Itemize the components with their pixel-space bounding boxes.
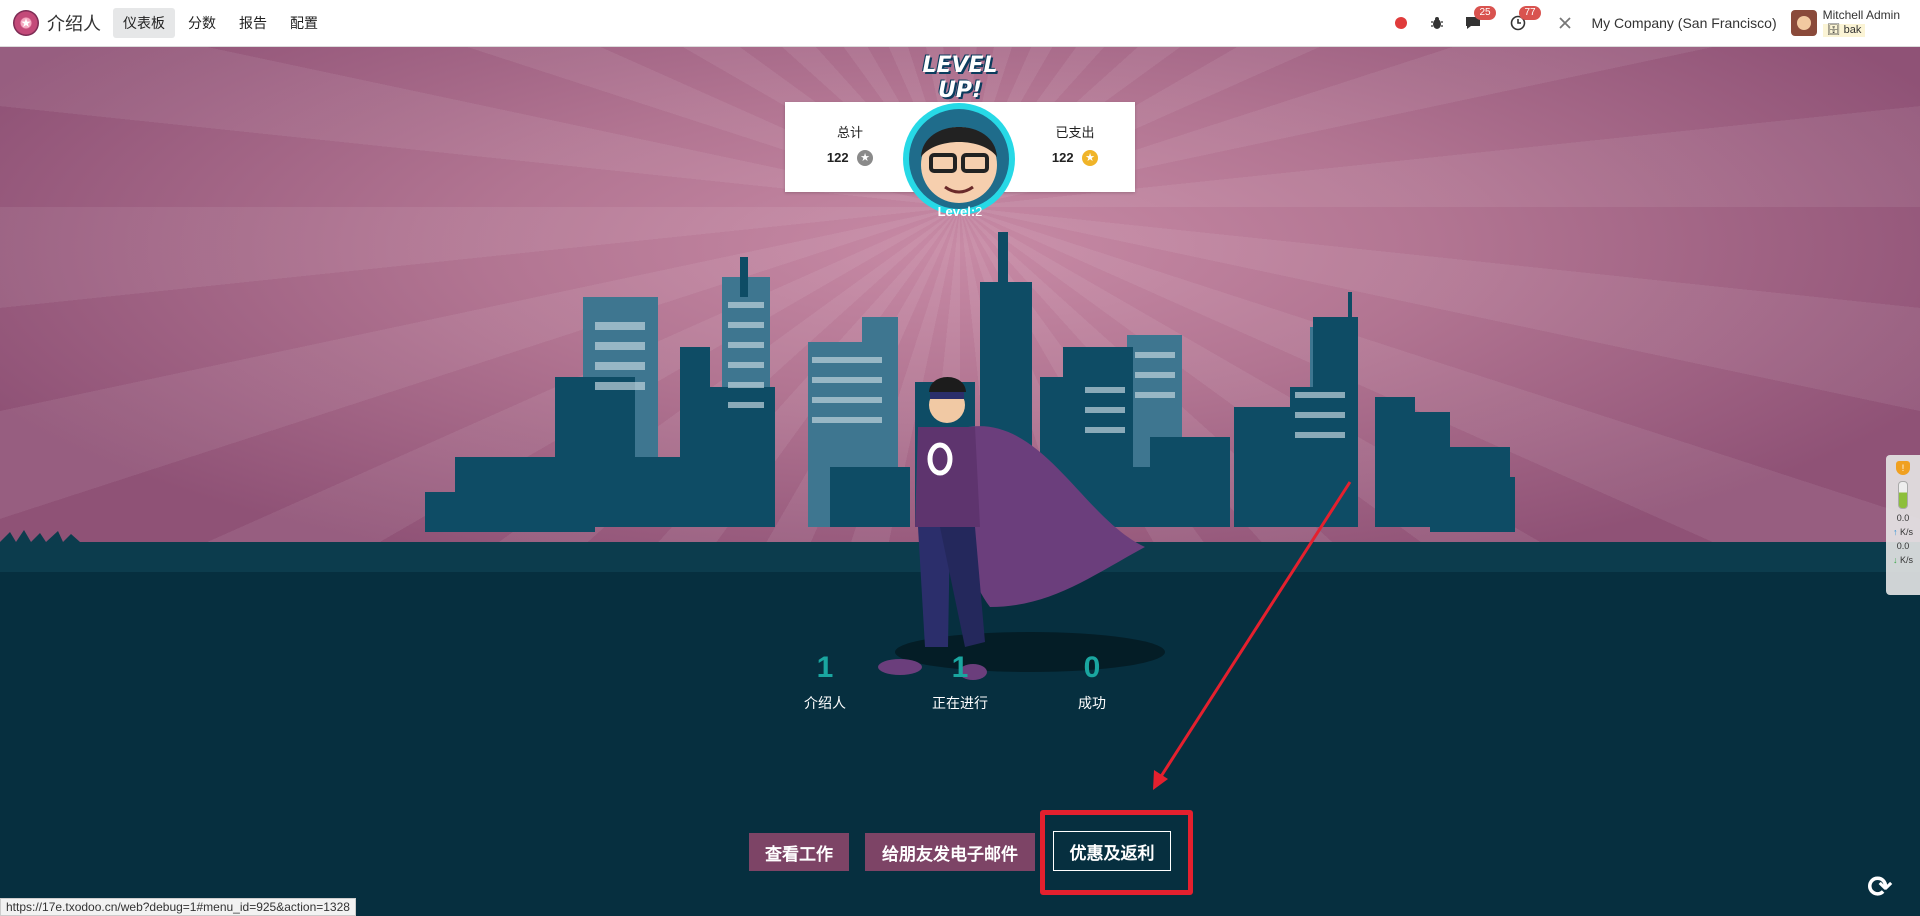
tools-icon[interactable]: [1556, 14, 1574, 32]
status-bar-url: https://17e.txodoo.cn/web?debug=1#menu_i…: [0, 898, 356, 916]
menu-points[interactable]: 分数: [178, 8, 226, 38]
chat-icon[interactable]: 25: [1464, 6, 1496, 32]
clock-icon[interactable]: 77: [1509, 6, 1541, 32]
database-name: 🗄 bak: [1822, 24, 1866, 37]
app-name[interactable]: 介绍人: [47, 10, 101, 36]
refresh-icon[interactable]: ⟳: [1864, 872, 1896, 904]
top-navbar: ★ 介绍人 仪表板 分数 报告 配置 25 77 My Company (San…: [0, 0, 1920, 47]
user-menu[interactable]: Mitchell Admin 🗄 bak: [1790, 8, 1900, 37]
gauge-icon: [1898, 481, 1908, 509]
download-rate: 0.0: [1896, 541, 1910, 551]
record-dot-icon[interactable]: [1392, 14, 1410, 32]
avatar: [1790, 10, 1817, 36]
network-speed-widget[interactable]: ! 0.0 ↑ K/s 0.0 ↓ K/s: [1886, 455, 1920, 595]
app-logo-icon[interactable]: ★: [13, 10, 39, 36]
upload-rate: 0.0: [1896, 513, 1910, 523]
menu-configuration[interactable]: 配置: [280, 8, 328, 38]
navbar-systray: 25 77 My Company (San Francisco) Mitchel…: [1383, 0, 1920, 46]
shield-icon: !: [1896, 461, 1910, 475]
menu-reports[interactable]: 报告: [229, 8, 277, 38]
download-unit: ↓ K/s: [1892, 555, 1914, 565]
user-name: Mitchell Admin: [1822, 8, 1900, 22]
activities-badge: 77: [1519, 6, 1541, 20]
bug-icon[interactable]: [1428, 14, 1446, 32]
messages-badge: 25: [1474, 6, 1496, 20]
annotation-arrow: [1153, 481, 1352, 790]
company-switcher[interactable]: My Company (San Francisco): [1591, 15, 1776, 31]
upload-unit: ↑ K/s: [1892, 527, 1914, 537]
menu-dashboard[interactable]: 仪表板: [113, 8, 175, 38]
